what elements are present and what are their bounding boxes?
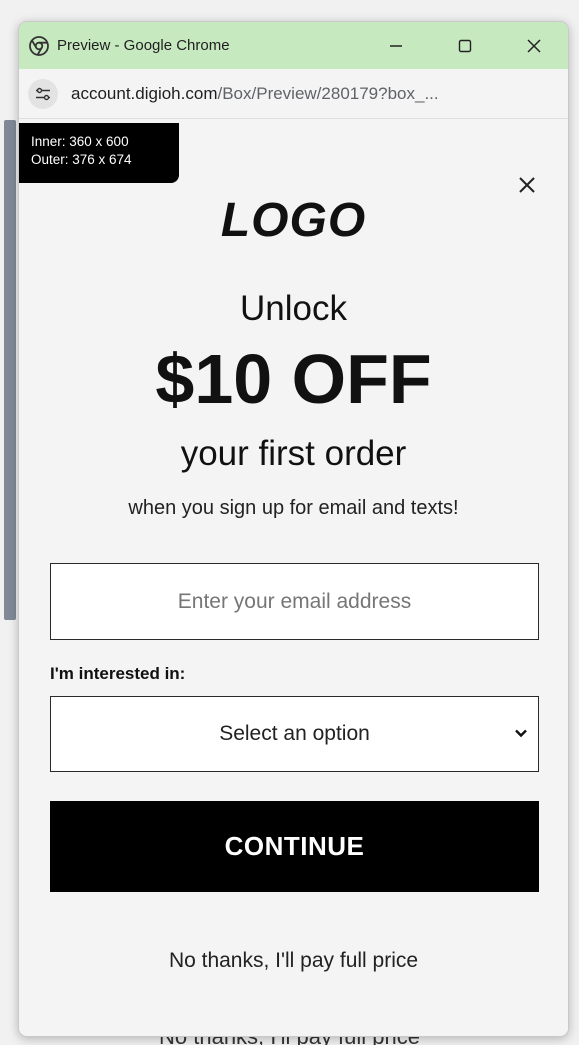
- offer-headline: $10 OFF: [155, 340, 432, 418]
- chevron-down-icon: [513, 725, 529, 741]
- continue-button[interactable]: CONTINUE: [50, 801, 539, 892]
- close-icon: [519, 177, 535, 193]
- popup-viewport: Inner: 360 x 600 Outer: 376 x 674 LOGO U…: [19, 119, 568, 1036]
- close-window-button[interactable]: [499, 22, 568, 69]
- brand-logo: LOGO: [220, 194, 367, 247]
- url-path: /Box/Preview/280179?box_...: [217, 83, 439, 103]
- inner-size: Inner: 360 x 600: [31, 134, 129, 149]
- offer-subhead: your first order: [180, 434, 407, 473]
- interest-select[interactable]: Select an option: [50, 696, 539, 772]
- close-icon: [526, 38, 541, 53]
- window-title: Preview - Google Chrome: [57, 37, 230, 54]
- unlock-text: Unlock: [240, 289, 347, 328]
- title-bar[interactable]: Preview - Google Chrome: [19, 22, 568, 69]
- interest-label: I'm interested in:: [50, 664, 186, 683]
- minimize-icon: [389, 44, 402, 47]
- browser-window: Preview - Google Chrome account.digioh.c…: [18, 21, 569, 1037]
- maximize-icon: [458, 39, 471, 52]
- no-thanks-link[interactable]: No thanks, I'll pay full price: [19, 949, 568, 973]
- tune-icon: [36, 87, 50, 100]
- minimize-button[interactable]: [361, 22, 430, 69]
- offer-tagline: when you sign up for email and texts!: [128, 497, 459, 519]
- outer-size: Outer: 376 x 674: [31, 152, 132, 167]
- site-info-button[interactable]: [28, 78, 58, 109]
- size-badge: Inner: 360 x 600 Outer: 376 x 674: [19, 123, 179, 183]
- url-text[interactable]: account.digioh.com/Box/Preview/280179?bo…: [71, 84, 439, 104]
- maximize-button[interactable]: [430, 22, 499, 69]
- email-input[interactable]: [50, 563, 539, 640]
- address-bar[interactable]: account.digioh.com/Box/Preview/280179?bo…: [19, 69, 568, 119]
- chrome-icon: [29, 35, 49, 56]
- select-value: Select an option: [219, 722, 370, 745]
- background-scrollbar: [4, 120, 16, 620]
- window-controls: [361, 22, 568, 69]
- url-host: account.digioh.com: [71, 83, 218, 103]
